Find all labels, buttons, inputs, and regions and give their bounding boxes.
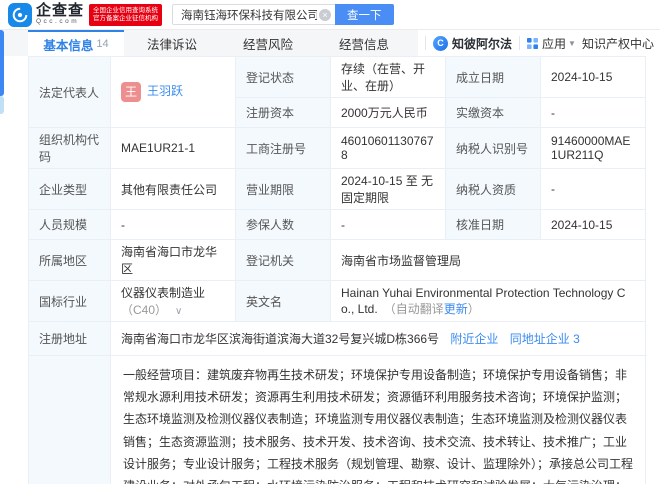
field-label-reg-capital: 注册资本 bbox=[235, 97, 331, 128]
field-value-taxpayer-qual: - bbox=[540, 168, 646, 210]
field-value-legal-rep: 王王羽跃 bbox=[110, 56, 236, 128]
field-label-reg-authority: 登记机关 bbox=[235, 239, 331, 281]
field-label-paid-capital: 实缴资本 bbox=[445, 97, 541, 128]
brand-name: 企查查 bbox=[36, 2, 85, 20]
field-value-approval-date: 2024-10-15 bbox=[540, 209, 646, 240]
field-value-reg-authority: 海南省市场监督管理局 bbox=[330, 239, 646, 281]
apps-label: 应用 bbox=[542, 36, 567, 51]
table-row: 企业类型 其他有限责任公司 营业期限 2024-10-15 至 无固定期限 纳税… bbox=[28, 168, 646, 210]
field-value-company-type: 其他有限责任公司 bbox=[110, 168, 236, 210]
divider bbox=[425, 36, 426, 50]
field-value-staff-size: - bbox=[110, 209, 236, 240]
field-label-est-date: 成立日期 bbox=[445, 56, 541, 98]
table-row: 国标行业 仪器仪表制造业（C40） ∨ 英文名 Hainan Yuhai Envi… bbox=[28, 280, 646, 322]
ip-center-link[interactable]: 知识产权中心 bbox=[582, 35, 654, 52]
top-header: 企查查 Qcc.com 全国企业信用查询系统 官方备案企业征信机构 × 查一下 bbox=[0, 0, 660, 29]
zhibi-alpha-link[interactable]: C 知彼阿尔法 bbox=[433, 35, 512, 52]
field-label-biz-reg-no: 工商注册号 bbox=[235, 127, 331, 169]
apps-menu[interactable]: 应用 ▼ bbox=[527, 35, 576, 52]
translate-update-link[interactable]: 更新 bbox=[444, 302, 468, 316]
auto-translate-note: （自动翻译更新） bbox=[383, 301, 480, 316]
field-label-address: 注册地址 bbox=[28, 321, 111, 356]
business-scope-paragraph-1: 一般经营项目：建筑废弃物再生技术研发；环境保护专用设备制造；环境保护专用设备销售… bbox=[123, 368, 634, 484]
field-value-taxpayer-id: 91460000MAE1UR211Q bbox=[540, 127, 646, 169]
field-value-business-scope: 一般经营项目：建筑废弃物再生技术研发；环境保护专用设备制造；环境保护专用设备销售… bbox=[110, 354, 646, 484]
same-address-companies-link[interactable]: 同地址企业 3 bbox=[510, 332, 580, 346]
field-value-address: 海南省海口市龙华区滨海街道滨海大道32号复兴城D栋366号 附近企业 同地址企业… bbox=[110, 321, 646, 356]
side-scroll-indicator[interactable] bbox=[0, 30, 4, 96]
divider bbox=[519, 36, 521, 50]
qcc-logo-icon[interactable] bbox=[8, 2, 32, 27]
field-value-biz-reg-no: 460106011307678 bbox=[330, 127, 446, 169]
badge-line1: 全国企业信用查询系统 bbox=[93, 6, 159, 14]
badge-line2: 官方备案企业征信机构 bbox=[93, 14, 159, 22]
table-row: 组织机构代码 MAE1UR21-1 工商注册号 460106011307678 … bbox=[28, 127, 646, 169]
field-label-reg-status: 登记状态 bbox=[235, 56, 331, 98]
field-label-biz-term: 营业期限 bbox=[235, 168, 331, 210]
field-value-reg-status: 存续（在营、开业、在册） bbox=[330, 56, 446, 98]
field-label-approval-date: 核准日期 bbox=[445, 209, 541, 240]
nearby-companies-link[interactable]: 附近企业 bbox=[450, 332, 498, 346]
basic-info-section: 法定代表人 王王羽跃 登记状态 存续（在营、开业、在册） 成立日期 2024-1… bbox=[28, 56, 646, 484]
alpha-label: 知彼阿尔法 bbox=[452, 36, 513, 51]
field-label-staff-size: 人员规模 bbox=[28, 209, 111, 240]
legal-rep-link[interactable]: 王羽跃 bbox=[147, 84, 183, 98]
side-scroll-track bbox=[0, 96, 4, 114]
tab-count-badge: 14 bbox=[96, 38, 109, 50]
table-row: 法定代表人 王王羽跃 登记状态 存续（在营、开业、在册） 成立日期 2024-1… bbox=[28, 56, 646, 128]
field-value-est-date: 2024-10-15 bbox=[540, 56, 646, 98]
search-button[interactable]: 查一下 bbox=[335, 4, 394, 25]
apps-grid-icon bbox=[527, 37, 539, 49]
field-label-org-code: 组织机构代码 bbox=[28, 127, 111, 169]
tab-operating-info[interactable]: 经营信息 bbox=[316, 30, 412, 56]
field-label-taxpayer-id: 纳税人识别号 bbox=[445, 127, 541, 169]
field-label-insured-count: 参保人数 bbox=[235, 209, 331, 240]
chevron-down-icon: ▼ bbox=[568, 38, 576, 48]
table-row: 经营范围 一般经营项目：建筑废弃物再生技术研发；环境保护专用设备制造；环境保护专… bbox=[28, 354, 646, 484]
field-label-region: 所属地区 bbox=[28, 239, 111, 281]
brand-text: 企查查 Qcc.com bbox=[36, 3, 84, 26]
field-label-business-scope: 经营范围 bbox=[28, 354, 111, 484]
field-label-company-type: 企业类型 bbox=[28, 168, 111, 210]
field-label-english-name: 英文名 bbox=[235, 280, 331, 322]
tabbar-right-tools: C 知彼阿尔法 应用 ▼ 知识产权中心 ↺ 历史 SVIP 会员服务 bbox=[418, 30, 660, 56]
field-value-insured-count: - bbox=[330, 209, 446, 240]
table-row: 注册地址 海南省海口市龙华区滨海街道滨海大道32号复兴城D栋366号 附近企业 … bbox=[28, 321, 646, 356]
field-value-english-name: Hainan Yuhai Environmental Protection Te… bbox=[330, 280, 646, 322]
table-row: 所属地区 海南省海口市龙华区 登记机关 海南省市场监督管理局 bbox=[28, 239, 646, 281]
tab-basic-info[interactable]: 基本信息 14 bbox=[28, 30, 124, 56]
field-value-reg-capital: 2000万元人民币 bbox=[330, 97, 446, 128]
field-label-legal-rep: 法定代表人 bbox=[28, 56, 111, 128]
tab-legal-litigation[interactable]: 法律诉讼 bbox=[124, 30, 220, 56]
table-row: 人员规模 - 参保人数 - 核准日期 2024-10-15 bbox=[28, 209, 646, 240]
field-value-paid-capital: - bbox=[540, 97, 646, 128]
company-search-input[interactable] bbox=[172, 4, 336, 25]
brand-certification-badge: 全国企业信用查询系统 官方备案企业征信机构 bbox=[89, 3, 163, 26]
tab-operating-risk[interactable]: 经营风险 bbox=[220, 30, 316, 56]
clear-search-icon[interactable]: × bbox=[319, 8, 332, 21]
alpha-icon: C bbox=[433, 35, 448, 51]
field-value-region: 海南省海口市龙华区 bbox=[110, 239, 236, 281]
tab-bar: 基本信息 14 法律诉讼 经营风险 经营信息 C 知彼阿尔法 应用 ▼ 知识产权… bbox=[0, 29, 660, 56]
field-value-org-code: MAE1UR21-1 bbox=[110, 127, 236, 169]
industry-expand-icon[interactable]: ∨ bbox=[175, 306, 182, 317]
field-value-biz-term: 2024-10-15 至 无固定期限 bbox=[330, 168, 446, 210]
field-label-taxpayer-qual: 纳税人资质 bbox=[445, 168, 541, 210]
field-label-industry: 国标行业 bbox=[28, 280, 111, 322]
field-value-industry: 仪器仪表制造业（C40） ∨ bbox=[110, 280, 236, 322]
brand-domain: Qcc.com bbox=[36, 18, 80, 26]
legal-rep-avatar[interactable]: 王 bbox=[121, 82, 141, 102]
